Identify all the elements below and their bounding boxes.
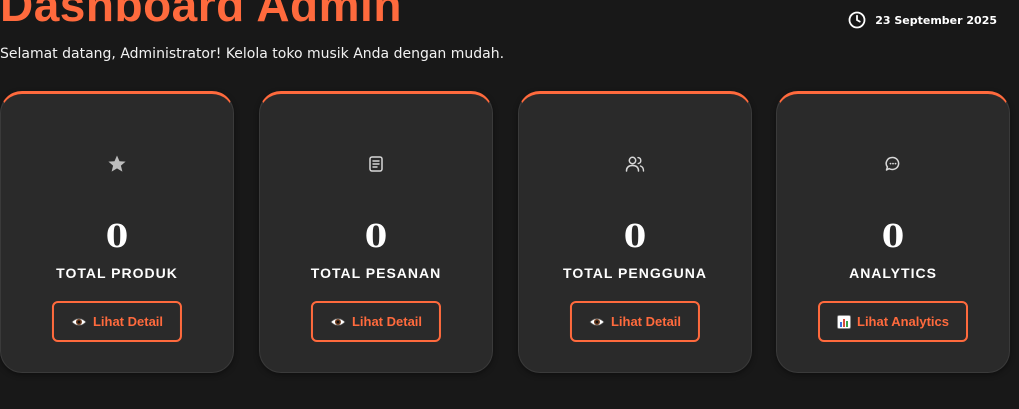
- button-label: Lihat Detail: [610, 314, 682, 329]
- clock-icon: [848, 11, 866, 29]
- dashboard-page: Dashboard Admin Selamat datang, Administ…: [0, 0, 1019, 409]
- eye-icon: [71, 316, 87, 328]
- stat-label: ANALYTICS: [849, 265, 937, 281]
- card-total-produk: 0 TOTAL PRODUK Lihat Detail: [0, 91, 234, 373]
- card-analytics: 0 ANALYTICS Lihat Analytics: [776, 91, 1010, 373]
- stat-value: 0: [364, 217, 388, 255]
- card-total-pengguna: 0 TOTAL PENGGUNA Lihat Detail: [518, 91, 752, 373]
- eye-icon: [330, 316, 346, 328]
- stat-value: 0: [623, 217, 647, 255]
- document-list-icon: [366, 154, 386, 174]
- eye-icon: [589, 316, 605, 328]
- stat-label: TOTAL PESANAN: [310, 265, 442, 281]
- lihat-detail-pesanan-button[interactable]: Lihat Detail: [310, 301, 442, 342]
- stat-label: TOTAL PENGGUNA: [563, 265, 707, 281]
- stat-value: 0: [105, 217, 129, 255]
- page-title: Dashboard Admin: [0, 0, 402, 31]
- button-label: Lihat Detail: [92, 314, 164, 329]
- card-total-pesanan: 0 TOTAL PESANAN Lihat Detail: [259, 91, 493, 373]
- button-label: Lihat Detail: [351, 314, 423, 329]
- stat-label: TOTAL PRODUK: [56, 265, 178, 281]
- lihat-analytics-button[interactable]: Lihat Analytics: [818, 301, 968, 342]
- chat-bubble-icon: [883, 154, 903, 174]
- welcome-subtitle: Selamat datang, Administrator! Kelola to…: [0, 46, 505, 62]
- stats-cards: 0 TOTAL PRODUK Lihat Detail 0 TOTAL PESA…: [0, 91, 1019, 374]
- button-label: Lihat Analytics: [857, 314, 949, 329]
- lihat-detail-produk-button[interactable]: Lihat Detail: [51, 301, 183, 342]
- lihat-detail-pengguna-button[interactable]: Lihat Detail: [569, 301, 701, 342]
- date-display: 23 September 2025: [848, 11, 997, 29]
- users-icon: [625, 154, 645, 174]
- bar-chart-icon: [837, 314, 851, 329]
- stat-value: 0: [881, 217, 905, 255]
- star-icon: [107, 154, 127, 174]
- date-text: 23 September 2025: [875, 13, 997, 27]
